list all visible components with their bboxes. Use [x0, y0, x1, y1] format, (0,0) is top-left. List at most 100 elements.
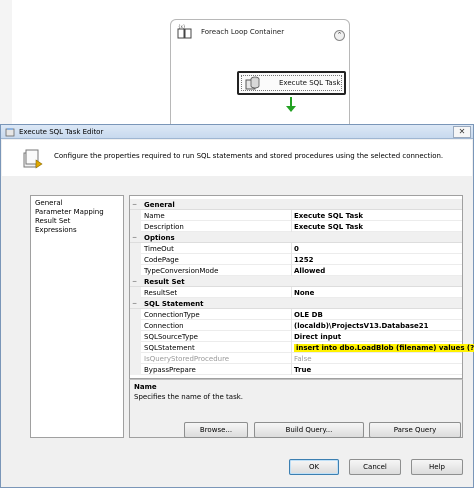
- row-margin: [130, 210, 141, 221]
- header-task-icon: [22, 148, 44, 170]
- column-divider: [291, 210, 292, 221]
- row-margin: [130, 287, 141, 298]
- nav-item-expressions[interactable]: Expressions: [35, 226, 77, 234]
- grid-category-result-set[interactable]: − Result Set: [130, 276, 462, 287]
- container-title: Foreach Loop Container: [201, 28, 285, 36]
- row-margin: [130, 331, 141, 342]
- row-margin: [130, 364, 141, 375]
- property-row-name[interactable]: Name Execute SQL Task: [130, 210, 462, 221]
- property-name: Connection: [144, 322, 184, 330]
- header-description: Configure the properties required to run…: [54, 152, 444, 160]
- property-value[interactable]: Execute SQL Task: [294, 223, 363, 231]
- column-divider: [291, 309, 292, 320]
- property-row-connection[interactable]: Connection (localdb)\ProjectsV13.Databas…: [130, 320, 462, 331]
- row-margin: [130, 243, 141, 254]
- property-value[interactable]: (localdb)\ProjectsV13.Database21: [294, 322, 428, 330]
- category-label: General: [144, 201, 175, 209]
- dialog-title: Execute SQL Task Editor: [19, 128, 104, 136]
- column-divider: [291, 353, 292, 364]
- description-text: Specifies the name of the task.: [134, 393, 244, 401]
- help-button[interactable]: Help: [411, 459, 463, 475]
- row-margin: [130, 353, 141, 364]
- property-name: Description: [144, 223, 184, 231]
- execute-sql-task-editor-dialog: Execute SQL Task Editor ✕ Configure the …: [0, 124, 474, 488]
- column-divider: [291, 243, 292, 254]
- property-row-description[interactable]: Description Execute SQL Task: [130, 221, 462, 232]
- property-row-codepage[interactable]: CodePage 1252: [130, 254, 462, 265]
- collapse-toggle-icon[interactable]: −: [132, 201, 139, 208]
- row-margin: [130, 265, 141, 276]
- property-value[interactable]: 1252: [294, 256, 313, 264]
- task-label: Execute SQL Task: [279, 79, 341, 87]
- grid-category-options[interactable]: − Options: [130, 232, 462, 243]
- property-row-type-conversion-mode[interactable]: TypeConversionMode Allowed: [130, 265, 462, 276]
- property-name: BypassPrepare: [144, 366, 196, 374]
- property-name: SQLSourceType: [144, 333, 198, 341]
- browse-button[interactable]: Browse...: [184, 422, 248, 438]
- row-margin: [130, 221, 141, 232]
- svg-text:{x}: {x}: [178, 24, 186, 29]
- property-grid: − General Name Execute SQL Task Descript…: [129, 195, 474, 379]
- property-row-is-query-stored-procedure[interactable]: IsQueryStoredProcedure False: [130, 353, 462, 364]
- row-margin: [130, 320, 141, 331]
- property-value[interactable]: Execute SQL Task: [294, 212, 363, 220]
- build-query-button[interactable]: Build Query...: [254, 422, 364, 438]
- property-value[interactable]: Allowed: [294, 267, 325, 275]
- precedence-arrow-icon: [286, 106, 296, 112]
- grid-category-general[interactable]: − General: [130, 199, 462, 210]
- editor-nav-pane: General Parameter Mapping Result Set Exp…: [30, 195, 124, 438]
- property-row-bypass-prepare[interactable]: BypassPrepare True: [130, 364, 462, 375]
- property-value[interactable]: 0: [294, 245, 299, 253]
- close-icon[interactable]: ✕: [453, 126, 471, 138]
- column-divider: [291, 287, 292, 298]
- property-name: ConnectionType: [144, 311, 200, 319]
- collapse-toggle-icon[interactable]: −: [132, 300, 139, 307]
- grid-category-sql-statement[interactable]: − SQL Statement: [130, 298, 462, 309]
- nav-item-parameter-mapping[interactable]: Parameter Mapping: [35, 208, 104, 216]
- execute-sql-task-node[interactable]: Execute SQL Task: [237, 71, 346, 95]
- dialog-titlebar[interactable]: Execute SQL Task Editor ✕: [1, 125, 473, 139]
- row-margin: [130, 309, 141, 320]
- collapse-toggle-icon[interactable]: −: [132, 234, 139, 241]
- property-name: IsQueryStoredProcedure: [144, 355, 230, 363]
- parse-query-button[interactable]: Parse Query: [369, 422, 461, 438]
- property-name: CodePage: [144, 256, 179, 264]
- column-divider: [291, 364, 292, 375]
- property-value[interactable]: None: [294, 289, 314, 297]
- collapse-toggle-icon[interactable]: −: [132, 278, 139, 285]
- property-row-sql-source-type[interactable]: SQLSourceType Direct input: [130, 331, 462, 342]
- column-divider: [291, 320, 292, 331]
- property-value-highlighted[interactable]: insert into dbo.LoadBlob (filename) valu…: [294, 344, 474, 352]
- property-value: False: [294, 355, 312, 363]
- property-row-sql-statement[interactable]: SQLStatement insert into dbo.LoadBlob (f…: [130, 342, 474, 353]
- row-margin: [130, 254, 141, 265]
- property-name: Name: [144, 212, 165, 220]
- property-name: TimeOut: [144, 245, 174, 253]
- description-title: Name: [134, 383, 157, 391]
- category-label: SQL Statement: [144, 300, 204, 308]
- ok-button[interactable]: OK: [289, 459, 339, 475]
- property-name: SQLStatement: [144, 344, 195, 352]
- property-value[interactable]: Direct input: [294, 333, 341, 341]
- column-divider: [291, 331, 292, 342]
- column-divider: [291, 221, 292, 232]
- property-value[interactable]: OLE DB: [294, 311, 323, 319]
- property-row-result-set[interactable]: ResultSet None: [130, 287, 462, 298]
- column-divider: [291, 254, 292, 265]
- collapse-icon[interactable]: ⌃: [334, 30, 345, 41]
- property-name: TypeConversionMode: [144, 267, 219, 275]
- dialog-header: Configure the properties required to run…: [2, 140, 472, 176]
- property-row-timeout[interactable]: TimeOut 0: [130, 243, 462, 254]
- task-editor-icon: [5, 127, 15, 137]
- property-row-connection-type[interactable]: ConnectionType OLE DB: [130, 309, 462, 320]
- foreach-loop-icon: {x}: [177, 24, 193, 40]
- property-value[interactable]: True: [294, 366, 311, 374]
- nav-item-result-set[interactable]: Result Set: [35, 217, 70, 225]
- category-label: Result Set: [144, 278, 185, 286]
- column-divider: [291, 342, 292, 353]
- column-divider: [291, 265, 292, 276]
- nav-item-general[interactable]: General: [35, 199, 63, 207]
- cancel-button[interactable]: Cancel: [349, 459, 401, 475]
- category-label: Options: [144, 234, 175, 242]
- sql-task-icon: [245, 75, 261, 91]
